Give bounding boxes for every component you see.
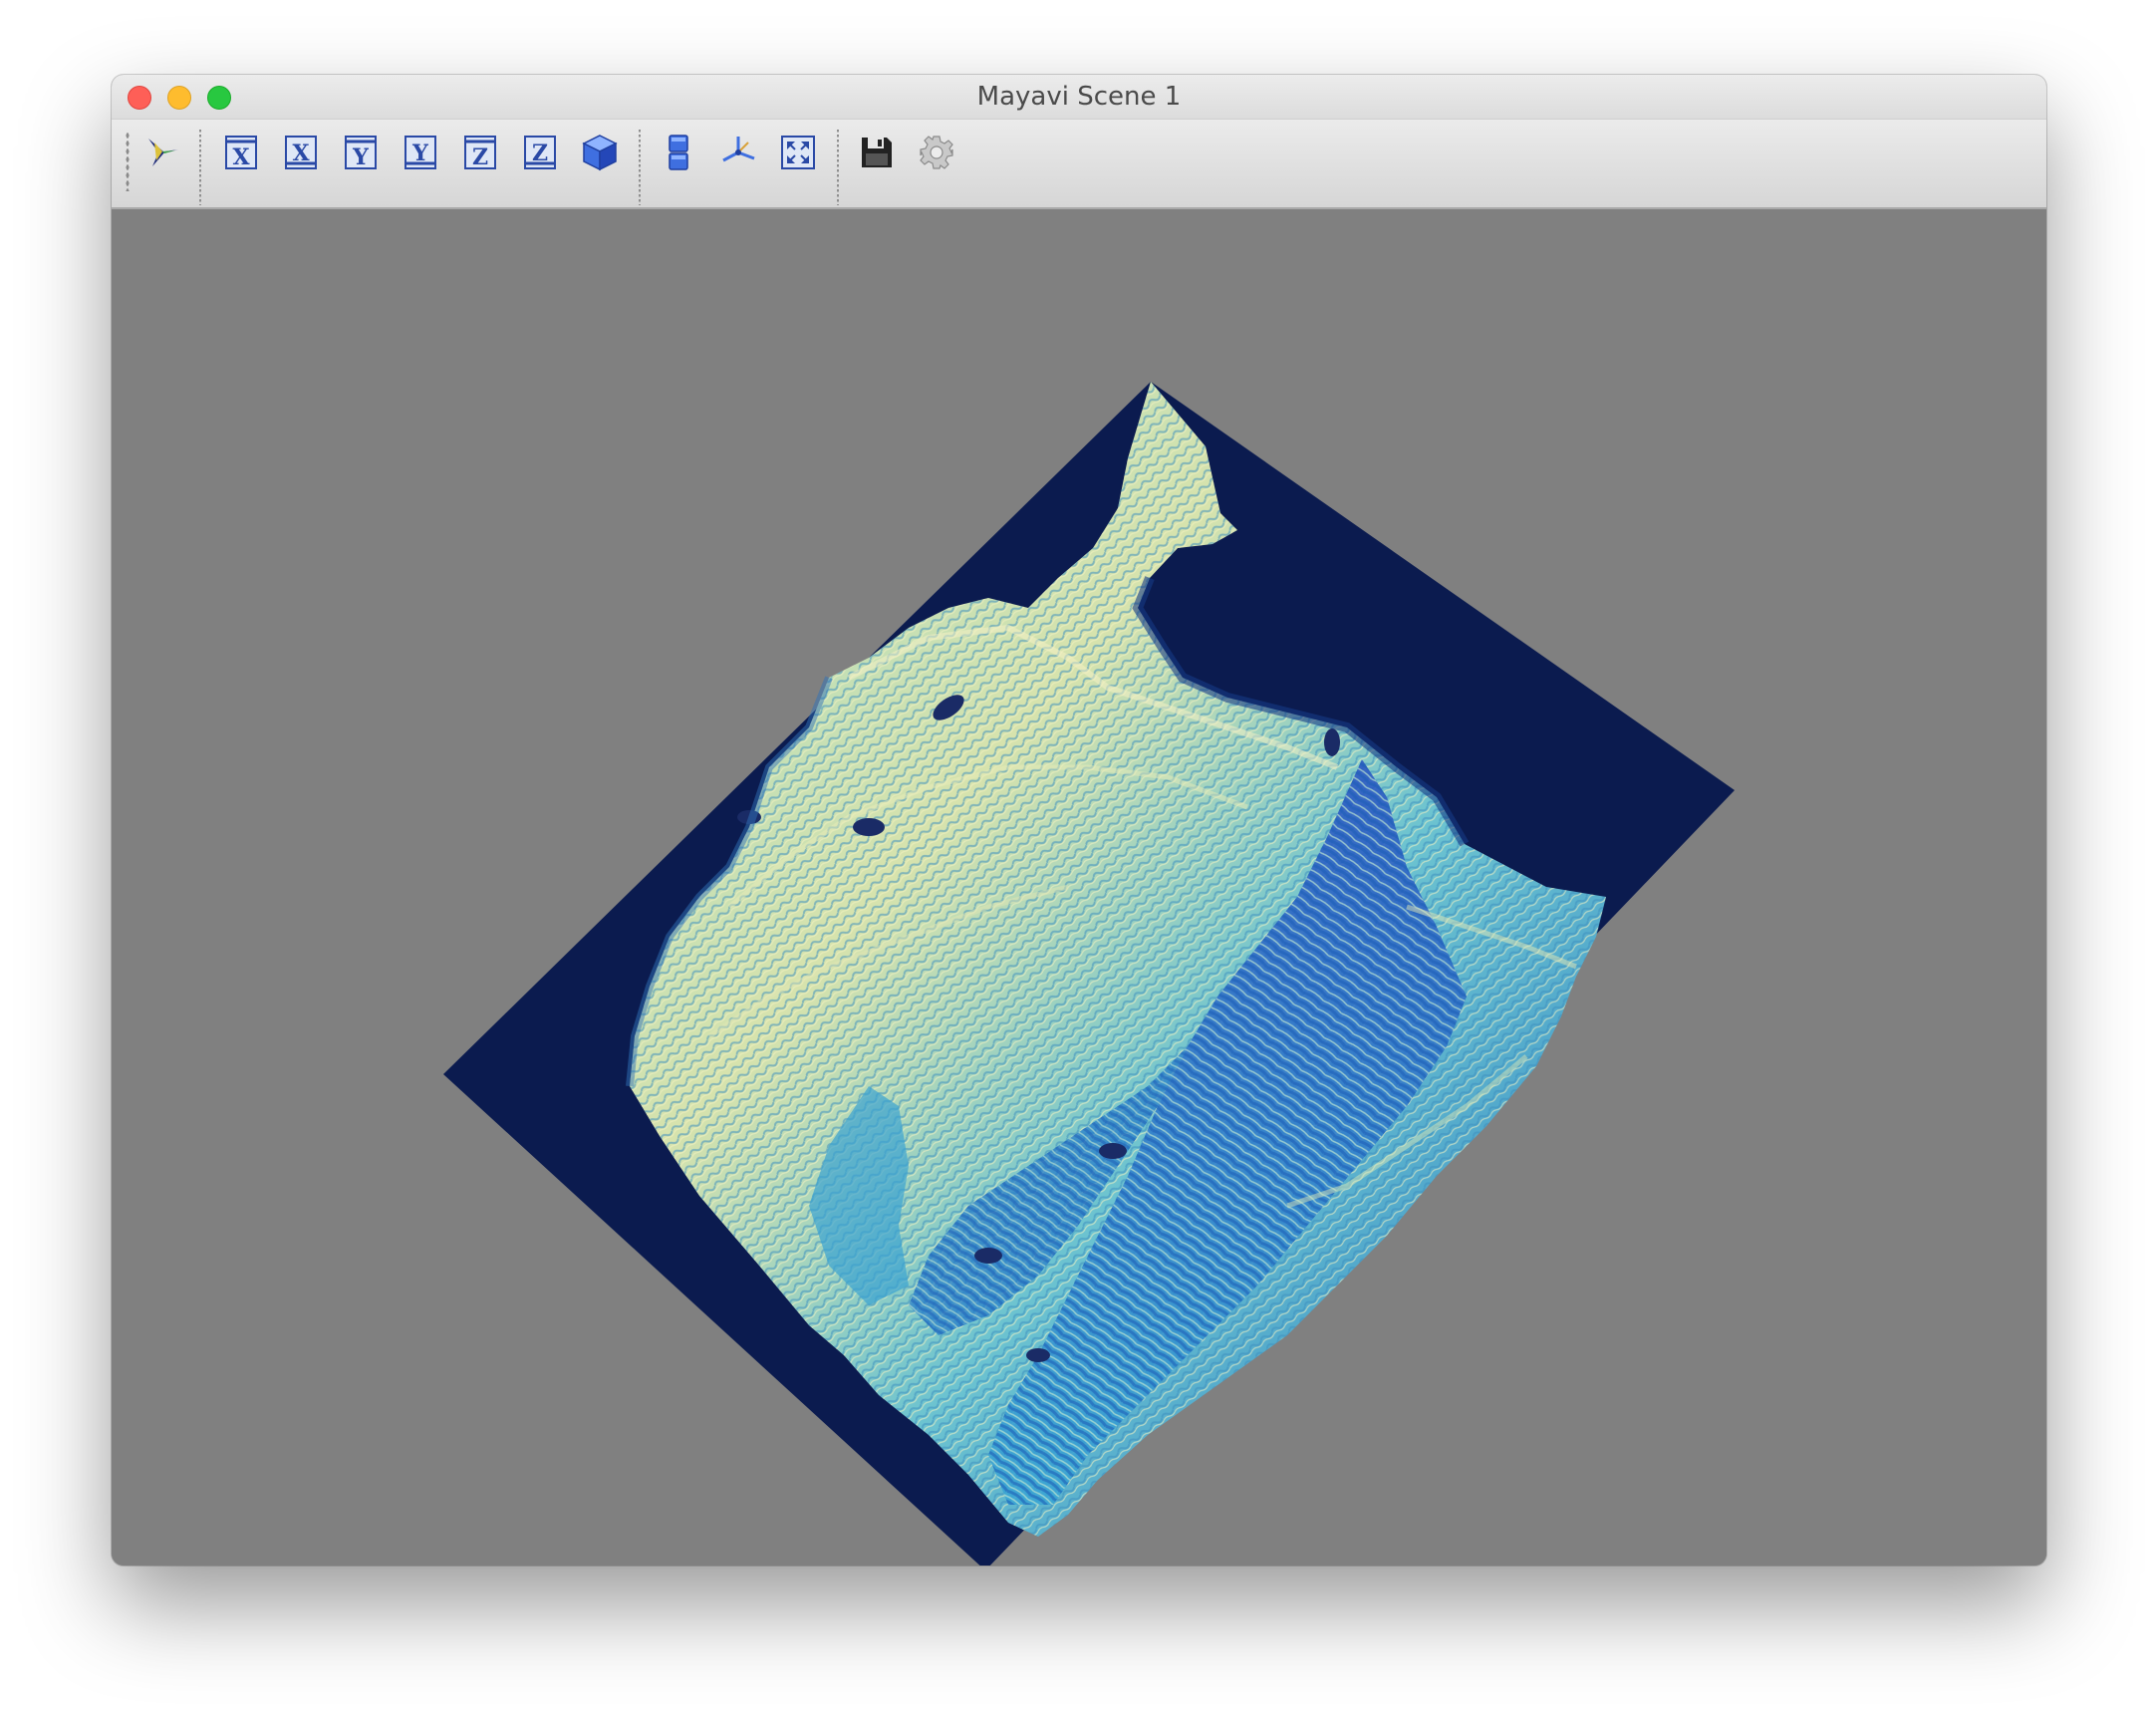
z-axis-view-icon: Z [524,136,556,169]
full-screen-icon [781,136,815,169]
svg-text:Y: Y [352,144,369,170]
view-x-negative-button[interactable]: X [278,130,324,175]
axes-indicator-icon [722,137,755,162]
full-screen-button[interactable] [775,130,821,175]
view-z-negative-button[interactable]: Z [517,130,563,175]
toggle-parallel-projection-button[interactable] [656,130,701,175]
parallel-projection-icon [669,135,688,170]
toolbar-grip[interactable] [126,132,130,191]
scene-settings-button[interactable] [914,130,959,175]
mayavi-window: Mayavi Scene 1 X X Y Y Z Z [112,75,2046,1566]
toolbar-separator [199,130,201,205]
cube-icon [582,135,618,171]
x-axis-view-icon: X [225,136,257,170]
view-x-positive-button[interactable]: X [218,130,264,175]
window-title: Mayavi Scene 1 [976,82,1182,112]
terrain-surface-render [443,382,1735,1566]
x-axis-view-icon: X [285,136,317,169]
title-bar[interactable]: Mayavi Scene 1 [112,75,2046,120]
toolbar-separator [837,130,839,205]
floppy-disk-icon [862,138,892,167]
scene-toolbar: X X Y Y Z Z [112,120,2046,209]
mayavi-pipeline-button[interactable] [139,130,185,175]
svg-text:X: X [232,144,250,170]
isometric-view-button[interactable] [577,130,623,175]
toolbar-separator [639,130,641,205]
gear-icon [920,136,953,169]
y-axis-view-icon: Y [404,136,436,169]
view-z-positive-button[interactable]: Z [457,130,503,175]
svg-text:Z: Z [472,144,488,170]
svg-text:Z: Z [532,141,548,166]
svg-text:X: X [292,141,310,166]
mayavi-pipeline-icon [148,139,178,166]
toggle-axes-indicator-button[interactable] [715,130,761,175]
y-axis-view-icon: Y [345,136,377,170]
3d-scene-viewport[interactable] [112,209,2046,1566]
z-axis-view-icon: Z [464,136,496,170]
view-y-positive-button[interactable]: Y [338,130,384,175]
save-snapshot-button[interactable] [854,130,900,175]
view-y-negative-button[interactable]: Y [398,130,443,175]
svg-text:Y: Y [411,141,428,166]
